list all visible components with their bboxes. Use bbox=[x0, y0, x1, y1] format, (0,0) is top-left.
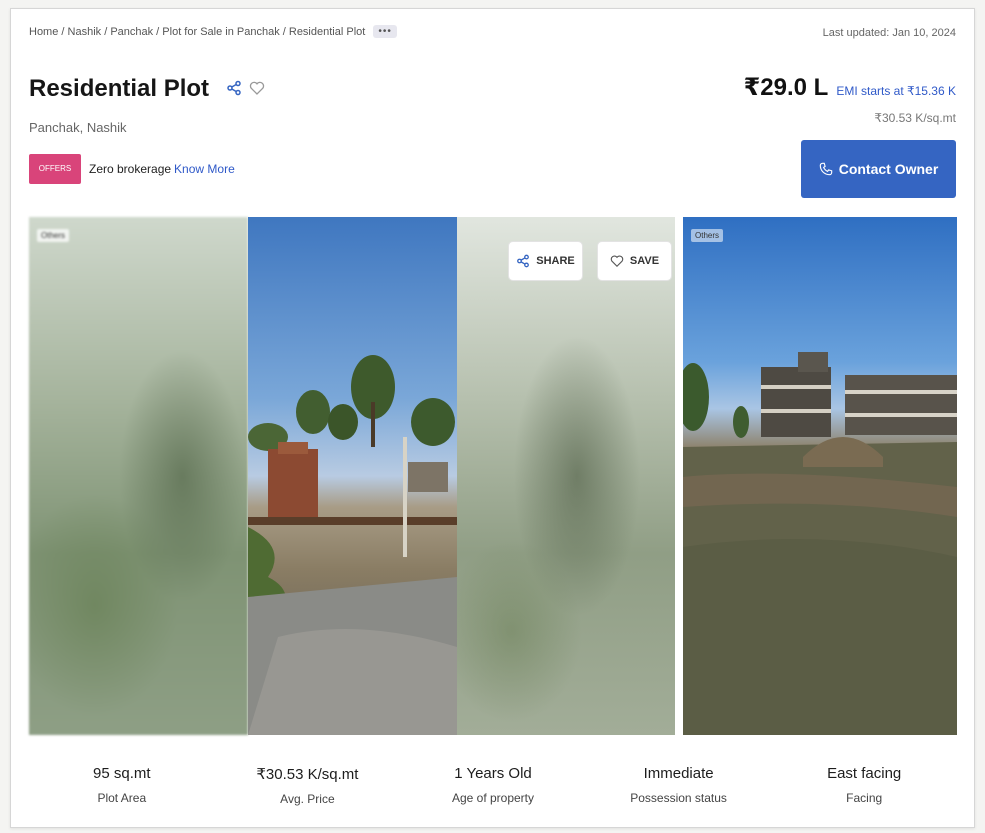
stat-value: 1 Years Old bbox=[454, 765, 532, 782]
gallery-photo-2[interactable] bbox=[248, 217, 457, 735]
phone-icon bbox=[819, 162, 832, 176]
heart-icon[interactable] bbox=[249, 80, 265, 96]
stat-value: 95 sq.mt bbox=[93, 765, 151, 782]
gallery-photo-3[interactable] bbox=[457, 217, 675, 735]
share-label: SHARE bbox=[536, 255, 575, 267]
stat-label: Facing bbox=[846, 791, 883, 805]
gallery-photo-4[interactable]: Others bbox=[683, 217, 957, 735]
price-per-sqmt: ₹30.53 K/sq.mt bbox=[874, 111, 956, 125]
stat-avg-price: ₹30.53 K/sq.mt Avg. Price bbox=[215, 765, 401, 806]
price-row: ₹29.0 L EMI starts at ₹15.36 K bbox=[744, 73, 956, 102]
breadcrumb-more-button[interactable]: ••• bbox=[373, 25, 397, 38]
share-icon[interactable] bbox=[226, 80, 242, 96]
stat-possession: Immediate Possession status bbox=[586, 765, 772, 806]
know-more-link[interactable]: Know More bbox=[174, 162, 235, 176]
stat-value: ₹30.53 K/sq.mt bbox=[256, 766, 359, 783]
page-title: Residential Plot bbox=[29, 75, 210, 102]
stat-label: Avg. Price bbox=[280, 792, 335, 806]
breadcrumb-trail[interactable]: Home / Nashik / Panchak / Plot for Sale … bbox=[29, 26, 365, 38]
gallery-share-button[interactable]: SHARE bbox=[508, 241, 583, 281]
offers-row: OFFERS Zero brokerage Know More bbox=[29, 154, 235, 184]
save-label: SAVE bbox=[629, 255, 660, 267]
property-card: Home / Nashik / Panchak / Plot for Sale … bbox=[10, 8, 975, 828]
price: ₹29.0 L bbox=[743, 74, 829, 101]
plot-photo-scene bbox=[248, 355, 457, 735]
share-icon bbox=[517, 254, 530, 268]
contact-owner-button[interactable]: Contact Owner bbox=[801, 140, 956, 198]
offers-badge: OFFERS bbox=[29, 154, 81, 184]
stat-label: Possession status bbox=[630, 791, 727, 805]
gallery-photo-1[interactable]: Others bbox=[29, 217, 248, 735]
breadcrumb-home[interactable]: Home bbox=[29, 26, 58, 38]
property-location: Panchak, Nashik bbox=[29, 120, 127, 135]
stat-label: Age of property bbox=[451, 791, 535, 805]
last-updated: Last updated: Jan 10, 2024 bbox=[822, 27, 956, 39]
stat-label: Plot Area bbox=[97, 791, 147, 805]
emi-link[interactable]: EMI starts at ₹15.36 K bbox=[836, 84, 956, 98]
construction-photo-scene bbox=[683, 352, 957, 735]
photo-tag: Others bbox=[691, 229, 724, 242]
title-actions bbox=[226, 80, 265, 96]
gallery-save-button[interactable]: SAVE bbox=[597, 241, 672, 281]
photo-tag: Others bbox=[37, 229, 70, 242]
breadcrumb-category[interactable]: Plot for Sale in Panchak bbox=[162, 26, 279, 38]
breadcrumb-current: Residential Plot bbox=[288, 25, 366, 38]
stat-plot-area: 95 sq.mt Plot Area bbox=[29, 765, 215, 806]
stat-age: 1 Years Old Age of property bbox=[400, 765, 586, 806]
property-stats: 95 sq.mt Plot Area ₹30.53 K/sq.mt Avg. P… bbox=[29, 765, 957, 806]
stat-value: Immediate bbox=[643, 765, 714, 782]
stat-value: East facing bbox=[827, 765, 902, 782]
offer-text: Zero brokerage bbox=[89, 162, 172, 176]
photo-gallery[interactable]: Others Others SHARE SAVE bbox=[29, 217, 957, 735]
breadcrumb-city[interactable]: Nashik bbox=[68, 26, 102, 38]
stat-facing: East facing Facing bbox=[771, 765, 957, 806]
breadcrumb: Home / Nashik / Panchak / Plot for Sale … bbox=[29, 25, 397, 38]
contact-owner-label: Contact Owner bbox=[838, 161, 939, 177]
breadcrumb-locality[interactable]: Panchak bbox=[110, 26, 153, 38]
save-heart-icon bbox=[610, 255, 624, 268]
